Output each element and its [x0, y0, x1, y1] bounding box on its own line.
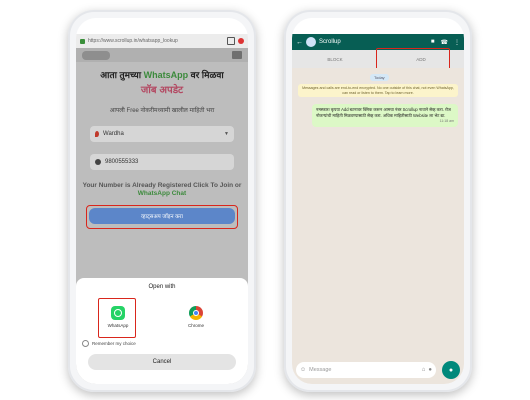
- highlight-join-button: [86, 205, 238, 229]
- more-options-icon[interactable]: ⋮: [454, 39, 460, 46]
- microphone-button[interactable]: ●: [442, 361, 460, 379]
- menu-icon[interactable]: [238, 38, 244, 44]
- remember-choice[interactable]: Remember my choice: [82, 340, 136, 347]
- hero-title-suffix: वर मिळवा: [190, 70, 224, 80]
- message-input[interactable]: ☺ Message ⌂ ●: [296, 362, 436, 378]
- radio-icon[interactable]: [82, 340, 89, 347]
- camera-icon[interactable]: ●: [428, 367, 432, 373]
- browser-url-bar[interactable]: https://www.scrollup.in/whatsapp_lookup: [76, 34, 248, 48]
- message-bubble[interactable]: नमस्कार! कृपया Add बटनावर क्लिक करून आमच…: [312, 104, 458, 128]
- chrome-icon: [189, 306, 203, 320]
- open-with-sheet: Open with WhatsApp Chrome Remember my ch…: [76, 278, 248, 384]
- tabs-icon[interactable]: [227, 37, 235, 45]
- lock-icon: [80, 38, 85, 44]
- url-text: https://www.scrollup.in/whatsapp_lookup: [88, 38, 178, 44]
- microphone-icon: ●: [448, 366, 454, 374]
- message-time: 11:18 am: [439, 119, 454, 124]
- date-label: Today: [370, 74, 389, 81]
- city-value: Wardha: [103, 131, 124, 137]
- attach-icon[interactable]: ⌂: [422, 367, 426, 373]
- right-phone-mockup: ← Scrollup ■ ☎ ⋮ BLOCK ADD Today Message…: [284, 10, 472, 392]
- cancel-button[interactable]: Cancel: [88, 354, 236, 370]
- chat-area: Today Messages and calls are end-to-end …: [292, 68, 464, 384]
- web-page: आता तुमच्या WhatsApp वर मिळवा जॉब अपडेट …: [76, 48, 248, 384]
- whatsapp-chat-link[interactable]: WhatsApp Chat: [138, 190, 186, 197]
- back-arrow-icon[interactable]: ←: [296, 39, 303, 46]
- right-phone-screen: ← Scrollup ■ ☎ ⋮ BLOCK ADD Today Message…: [292, 18, 464, 384]
- hero-title: आता तुमच्या WhatsApp वर मिळवा: [76, 68, 248, 81]
- phone-notch: [348, 18, 408, 28]
- phone-number-field[interactable]: 9800555333: [90, 154, 234, 170]
- message-placeholder: Message: [309, 367, 332, 373]
- whatsapp-small-icon: [95, 159, 101, 165]
- hamburger-menu-icon[interactable]: [232, 51, 242, 59]
- highlight-whatsapp-option: [98, 298, 136, 338]
- message-text: नमस्कार! कृपया Add बटनावर क्लिक करून आमच…: [316, 107, 451, 119]
- phone-number-value: 9800555333: [105, 159, 139, 165]
- location-pin-icon: [95, 131, 99, 137]
- block-button[interactable]: BLOCK: [292, 50, 378, 68]
- avatar[interactable]: [306, 37, 316, 47]
- phone-call-icon[interactable]: ☎: [441, 39, 448, 46]
- chrome-option-label: Chrome: [187, 323, 204, 328]
- phone-notch: [132, 18, 192, 28]
- hero-title-brand: WhatsApp: [143, 70, 189, 80]
- hero-note: आपली Free नोकरीमध्यामी खालील माहिती भरा: [109, 108, 215, 114]
- encryption-notice[interactable]: Messages and calls are end-to-end encryp…: [298, 84, 458, 98]
- chat-title[interactable]: Scrollup: [319, 39, 425, 45]
- hero-title-prefix: आता तुमच्या: [100, 70, 142, 80]
- video-call-icon[interactable]: ■: [431, 39, 435, 45]
- hero-subtitle: जॉब अपडेट: [140, 85, 184, 96]
- remember-label: Remember my choice: [92, 341, 136, 346]
- left-phone-mockup: https://www.scrollup.in/whatsapp_lookup …: [68, 10, 256, 392]
- registered-message: Your Number is Already Registered Click …: [82, 182, 242, 199]
- sheet-title: Open with: [148, 284, 176, 290]
- left-phone-screen: https://www.scrollup.in/whatsapp_lookup …: [76, 18, 248, 384]
- site-logo: [82, 50, 110, 60]
- emoji-icon[interactable]: ☺: [300, 367, 306, 373]
- open-with-chrome-option[interactable]: Chrome: [180, 300, 212, 328]
- city-select[interactable]: Wardha ▼: [90, 126, 234, 142]
- chevron-down-icon: ▼: [224, 131, 229, 137]
- registered-text: Your Number is Already Registered Click …: [82, 182, 242, 189]
- site-header: [76, 48, 248, 62]
